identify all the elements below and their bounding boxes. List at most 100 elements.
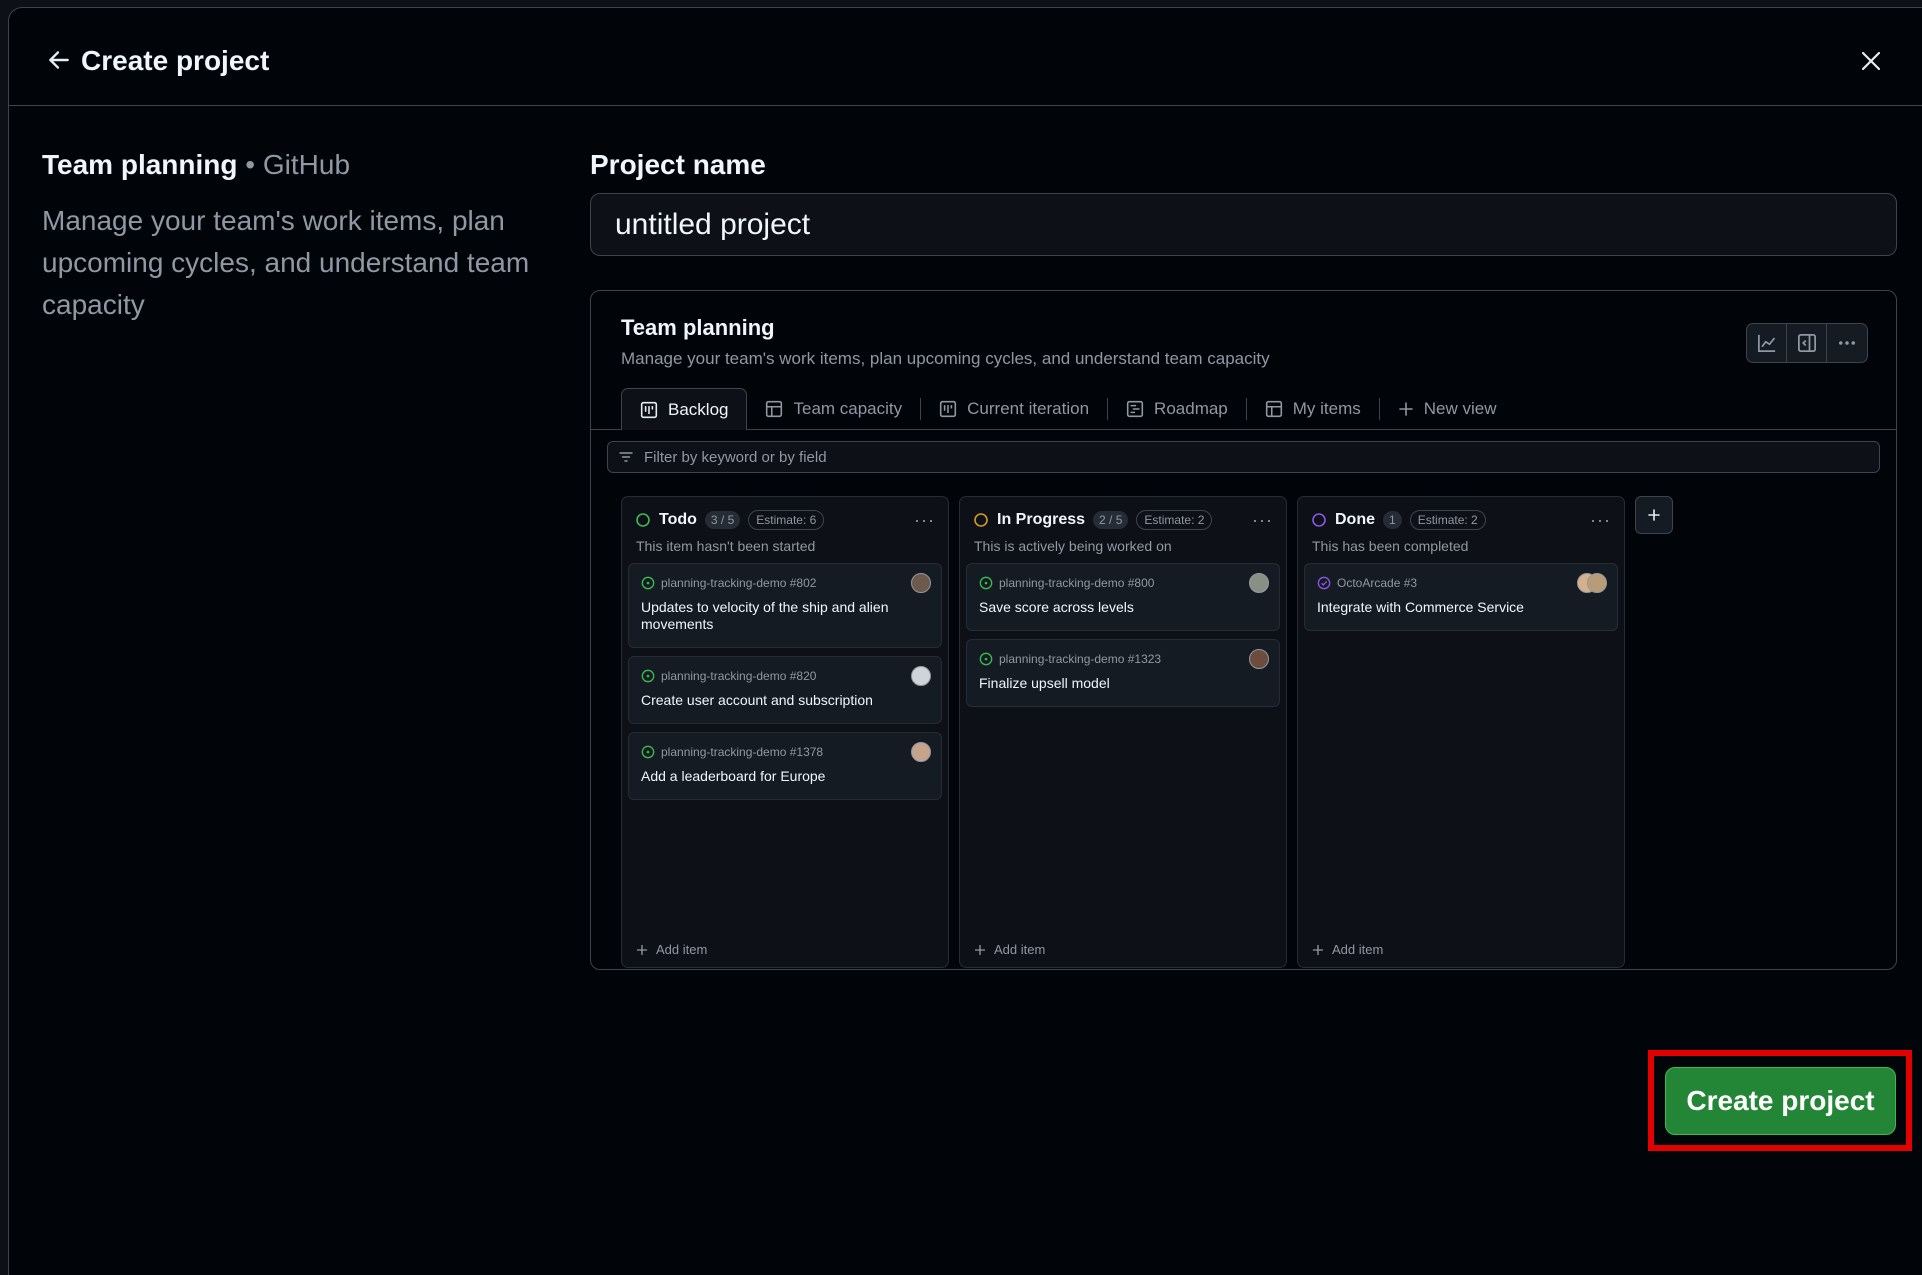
issue-card[interactable]: planning-tracking-demo #802 Updates to v…	[628, 563, 942, 648]
avatar	[1249, 573, 1269, 593]
card-meta: planning-tracking-demo #1323	[979, 650, 1267, 668]
template-title: Team planning	[42, 149, 238, 180]
create-project-dialog: Create project Team planning • GitHub Ma…	[8, 7, 1922, 1275]
preview-toolbar	[1746, 323, 1868, 363]
card-title: Finalize upsell model	[979, 675, 1110, 691]
card-repo: planning-tracking-demo #802	[661, 576, 817, 590]
filter-input[interactable]: Filter by keyword or by field	[607, 441, 1880, 473]
column-count: 3 / 5	[704, 511, 741, 529]
tab-label: Current iteration	[967, 399, 1090, 418]
issue-card[interactable]: planning-tracking-demo #1378 Add a leade…	[628, 732, 942, 800]
board-icon	[940, 400, 957, 418]
card-title: Updates to velocity of the ship and alie…	[641, 599, 889, 632]
board: Todo 3 / 5 Estimate: 6 ··· This item has…	[621, 496, 1673, 968]
column-description: This item hasn't been started	[636, 538, 816, 554]
column-count: 1	[1383, 511, 1402, 529]
column-estimate: Estimate: 2	[1136, 510, 1213, 530]
issue-opened-icon	[979, 576, 993, 590]
add-item-button[interactable]: Add item	[974, 942, 1045, 957]
card-title: Integrate with Commerce Service	[1317, 599, 1524, 615]
plus-icon	[1648, 509, 1660, 521]
card-title: Save score across levels	[979, 599, 1134, 615]
tab-label: Team capacity	[793, 399, 903, 418]
avatar	[1587, 573, 1607, 593]
column-cards: OctoArcade #3 Integrate with Commerce Se…	[1304, 563, 1618, 631]
close-button[interactable]	[1854, 44, 1888, 78]
card-repo: planning-tracking-demo #1378	[661, 745, 824, 759]
card-title: Create user account and subscription	[641, 692, 873, 708]
card-repo: OctoArcade #3	[1337, 576, 1418, 590]
column-header: Todo 3 / 5 Estimate: 6 ···	[635, 509, 935, 531]
card-repo: planning-tracking-demo #1323	[999, 652, 1162, 666]
create-project-button[interactable]: Create project	[1665, 1067, 1896, 1135]
column-menu-icon[interactable]: ···	[914, 510, 935, 531]
preview-title: Team planning	[621, 315, 775, 340]
issue-opened-icon	[641, 669, 655, 683]
column-estimate: Estimate: 6	[748, 510, 825, 530]
column-name: Done	[1335, 511, 1375, 528]
board-icon	[640, 401, 658, 418]
project-name-input[interactable]	[590, 193, 1897, 256]
insights-button[interactable]	[1747, 324, 1787, 362]
tab-backlog[interactable]: Backlog	[621, 388, 748, 430]
kebab-horizontal-icon	[1839, 341, 1855, 345]
card-repo: planning-tracking-demo #820	[661, 669, 817, 683]
column-estimate: Estimate: 2	[1409, 510, 1486, 530]
tab-label: New view	[1423, 399, 1497, 418]
tab-new-view[interactable]: New view	[1380, 388, 1515, 430]
tab-my-items[interactable]: My items	[1247, 388, 1379, 430]
issue-closed-icon	[1317, 576, 1331, 590]
tab-team-capacity[interactable]: Team capacity	[747, 388, 920, 430]
plus-icon	[1312, 944, 1324, 955]
sidebar-icon	[1797, 334, 1816, 352]
card-meta: planning-tracking-demo #802	[641, 574, 929, 592]
issue-card[interactable]: planning-tracking-demo #1323 Finalize up…	[966, 639, 1280, 707]
issue-card[interactable]: OctoArcade #3 Integrate with Commerce Se…	[1304, 563, 1618, 631]
card-meta: planning-tracking-demo #820	[641, 667, 929, 685]
x-icon	[1861, 51, 1881, 71]
add-item-label: Add item	[656, 942, 708, 957]
arrow-left-icon	[49, 51, 69, 69]
project-name-label: Project name	[590, 149, 766, 180]
add-column-button[interactable]	[1635, 496, 1673, 534]
preview-tabs: Backlog Team capacity Current iteration …	[621, 388, 1896, 430]
avatar	[911, 742, 931, 762]
issue-card[interactable]: planning-tracking-demo #800 Save score a…	[966, 563, 1280, 631]
tab-current-iteration[interactable]: Current iteration	[921, 388, 1107, 430]
back-button[interactable]	[43, 44, 75, 76]
issue-opened-icon	[641, 745, 655, 759]
add-item-label: Add item	[1332, 942, 1384, 957]
column-name: Todo	[659, 511, 697, 528]
plus-icon	[1398, 402, 1413, 416]
add-item-label: Add item	[994, 942, 1046, 957]
column-menu-icon[interactable]: ···	[1252, 510, 1273, 531]
template-separator: •	[245, 149, 256, 180]
column-in-progress: In Progress 2 / 5 Estimate: 2 ··· This i…	[959, 496, 1287, 968]
dialog-title: Create project	[81, 45, 270, 76]
preview-description: Manage your team's work items, plan upco…	[621, 349, 1270, 368]
template-owner: GitHub	[262, 149, 351, 180]
add-item-button[interactable]: Add item	[636, 942, 707, 957]
sidebar-button[interactable]	[1787, 324, 1827, 362]
column-header: Done 1 Estimate: 2 ···	[1311, 509, 1611, 531]
tab-label: Backlog	[668, 399, 729, 419]
column-menu-icon[interactable]: ···	[1590, 510, 1611, 531]
tab-roadmap[interactable]: Roadmap	[1108, 388, 1246, 430]
plus-icon	[636, 944, 648, 955]
column-name: In Progress	[997, 511, 1086, 528]
card-title: Add a leaderboard for Europe	[641, 768, 826, 784]
tab-label: Roadmap	[1154, 399, 1228, 418]
more-options-button[interactable]	[1827, 324, 1867, 362]
dialog-header: Create project	[9, 8, 1922, 106]
column-count: 2 / 5	[1093, 511, 1129, 529]
avatar	[911, 573, 931, 593]
card-meta: planning-tracking-demo #1378	[641, 743, 929, 761]
status-circle-icon	[1312, 513, 1326, 527]
card-meta: planning-tracking-demo #800	[979, 574, 1267, 592]
template-name: Team planning • GitHub	[42, 148, 350, 182]
issue-card[interactable]: planning-tracking-demo #820 Create user …	[628, 656, 942, 724]
roadmap-icon	[1126, 400, 1144, 418]
issue-opened-icon	[641, 576, 655, 590]
graph-icon	[1757, 334, 1775, 352]
add-item-button[interactable]: Add item	[1312, 942, 1383, 957]
